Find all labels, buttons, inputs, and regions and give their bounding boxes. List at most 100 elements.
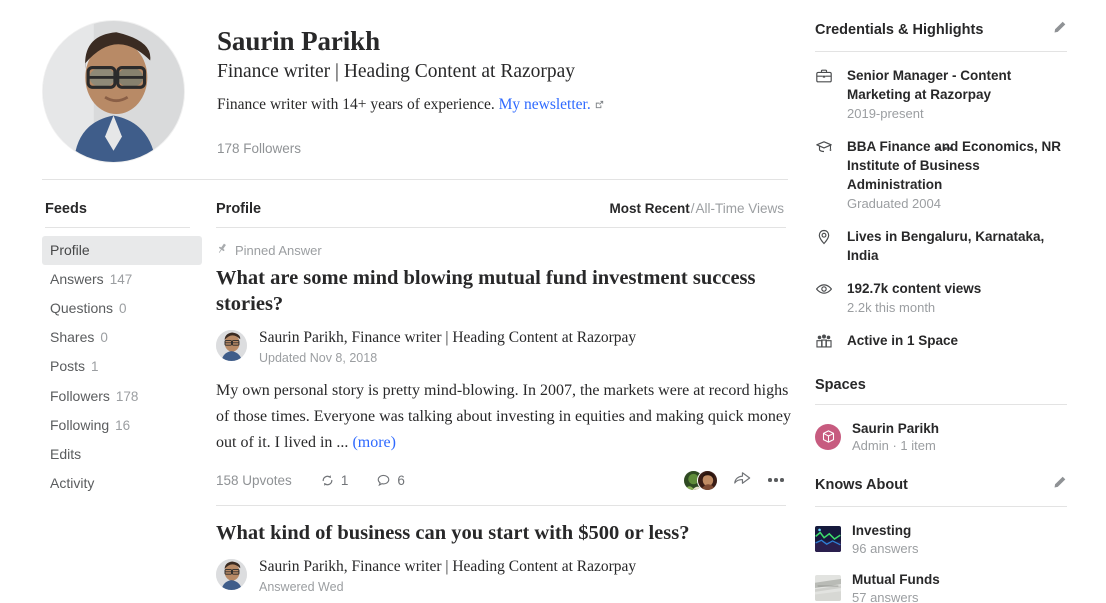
credential-sub: Graduated 2004: [847, 196, 941, 212]
author-avatar[interactable]: [216, 559, 247, 591]
question-title[interactable]: What kind of business can you start with…: [216, 520, 788, 546]
topic-item-mutual-funds[interactable]: Mutual Funds 57 answers: [815, 571, 1067, 603]
feed-content: Profile Most Recent/All-Time Views Pinne…: [202, 201, 792, 603]
topic-name: Mutual Funds: [852, 571, 940, 587]
avatar-container: [42, 20, 186, 163]
education-icon: [815, 137, 837, 213]
profile-header: Saurin Parikh Finance writer | Heading C…: [42, 0, 953, 163]
credential-main: Active in 1 Space: [847, 332, 959, 348]
spaces-section: Spaces Saurin Parikh Admin · 1 item: [815, 377, 1067, 454]
sort-all-time-views[interactable]: All-Time Views: [695, 201, 784, 216]
author-avatar-photo: [216, 330, 247, 362]
sidebar-item-edits[interactable]: Edits: [42, 440, 202, 469]
profile-avatar[interactable]: [42, 20, 185, 163]
topic-text: Mutual Funds 57 answers: [841, 571, 940, 603]
space-name: Saurin Parikh: [852, 420, 940, 436]
sidebar-item-followers[interactable]: Followers 178: [42, 382, 202, 411]
credential-text: 192.7k content views 2.2k this month: [837, 279, 981, 317]
edit-credentials-button[interactable]: [1052, 20, 1067, 40]
answer-date: Answered Wed: [259, 579, 344, 594]
upvote-count[interactable]: 158 Upvotes: [216, 473, 292, 488]
sidebar-item-count: 0: [100, 330, 108, 346]
newsletter-link[interactable]: My newsletter.: [499, 96, 591, 113]
author-avatar[interactable]: [216, 330, 247, 362]
answer-actions-right: [683, 469, 786, 492]
pinned-answer-badge: Pinned Answer: [216, 242, 792, 258]
credential-item-views: 192.7k content views 2.2k this month: [815, 279, 1067, 317]
edit-knows-about-button[interactable]: [1052, 475, 1067, 495]
sidebar-item-posts[interactable]: Posts 1: [42, 352, 202, 381]
pencil-icon: [1054, 477, 1066, 488]
right-sidebar: Credentials & Highlights Senior Manager …: [815, 20, 1067, 603]
sidebar-item-label: Questions: [50, 299, 114, 316]
eye-icon: [815, 279, 837, 317]
profile-body: Feeds Profile Answers 147 Questions 0 Sh…: [42, 201, 792, 603]
more-link[interactable]: (more): [352, 434, 396, 451]
pinned-answer-label: Pinned Answer: [235, 242, 322, 258]
sidebar-item-count: 16: [115, 417, 131, 433]
feed-sort-controls: Most Recent/All-Time Views: [609, 201, 784, 216]
topic-item-investing[interactable]: Investing 96 answers: [815, 522, 1067, 556]
followers-count[interactable]: 178 Followers: [217, 141, 301, 156]
credential-main: Lives in Bengaluru, Karnataka, India: [847, 228, 1045, 264]
credential-main: 192.7k content views: [847, 281, 982, 297]
answer-card: What kind of business can you start with…: [216, 520, 792, 603]
credential-item-spaces: Active in 1 Space: [815, 331, 1067, 355]
sidebar-item-label: Posts: [50, 358, 86, 375]
topic-answer-count: 57 answers: [852, 589, 919, 603]
comment-button[interactable]: 6: [376, 473, 405, 488]
repost-button[interactable]: 1: [320, 473, 348, 488]
topic-thumbnail: [815, 526, 841, 553]
repost-icon: [322, 474, 333, 486]
viewer-avatars[interactable]: [683, 469, 719, 491]
sidebar-item-count: 1: [91, 359, 99, 375]
sidebar-item-questions[interactable]: Questions 0: [42, 294, 202, 323]
share-button[interactable]: [732, 469, 752, 492]
topic-image: [815, 526, 841, 553]
answer-more-menu-button[interactable]: [766, 472, 786, 488]
credential-sub: 2019-present: [847, 106, 924, 122]
sidebar-item-answers[interactable]: Answers 147: [42, 265, 202, 294]
quora-profile-page: Saurin Parikh Finance writer | Heading C…: [0, 0, 1106, 603]
knows-about-header: Knows About: [815, 475, 1067, 495]
credential-text: Senior Manager - Content Marketing at Ra…: [837, 66, 1067, 123]
location-icon: [815, 227, 837, 265]
author-name[interactable]: Saurin Parikh, Finance writer | Heading …: [259, 329, 636, 348]
sidebar-item-count: 178: [115, 388, 139, 404]
sidebar-item-activity[interactable]: Activity: [42, 469, 202, 498]
answer-card: Pinned Answer What are some mind blowing…: [216, 242, 792, 506]
sidebar-item-shares[interactable]: Shares 0: [42, 323, 202, 352]
sort-separator: /: [690, 201, 695, 216]
answer-byline: Saurin Parikh, Finance writer | Heading …: [216, 558, 792, 594]
credential-item-education: BBA Finance and Economics, NR Institute …: [815, 137, 1067, 213]
sidebar-item-label: Answers: [50, 270, 104, 287]
feed-header: Profile Most Recent/All-Time Views: [216, 201, 792, 217]
comment-count: 6: [397, 472, 405, 488]
answer-date: Updated Nov 8, 2018: [259, 351, 378, 366]
space-avatar: [815, 423, 841, 450]
space-text: Saurin Parikh Admin · 1 item: [841, 420, 939, 454]
credential-item-location: Lives in Bengaluru, Karnataka, India: [815, 227, 1067, 265]
comment-icon: [378, 474, 390, 486]
credentials-title: Credentials & Highlights: [815, 22, 984, 38]
sort-most-recent[interactable]: Most Recent: [609, 201, 689, 216]
avatar-photo: [698, 470, 718, 490]
author-name[interactable]: Saurin Parikh, Finance writer | Heading …: [259, 558, 636, 577]
credentials-header: Credentials & Highlights: [815, 20, 1067, 40]
dot: [780, 478, 784, 483]
pencil-icon: [1054, 21, 1066, 33]
external-link-icon: [594, 96, 605, 116]
byline-text: Saurin Parikh, Finance writer | Heading …: [247, 329, 636, 365]
credentials-section: Credentials & Highlights Senior Manager …: [815, 20, 1067, 355]
feed-divider: [216, 227, 786, 228]
sidebar-item-label: Shares: [50, 329, 95, 346]
credential-item-work: Senior Manager - Content Marketing at Ra…: [815, 66, 1067, 123]
space-item[interactable]: Saurin Parikh Admin · 1 item: [815, 420, 1067, 454]
briefcase-icon: [815, 66, 837, 123]
sidebar-item-profile[interactable]: Profile: [42, 236, 202, 265]
sidebar-item-label: Edits: [50, 445, 82, 462]
sidebar-item-following[interactable]: Following 16: [42, 411, 202, 440]
topic-name: Investing: [852, 523, 912, 539]
question-title[interactable]: What are some mind blowing mutual fund i…: [216, 265, 788, 317]
avatar: [697, 469, 719, 491]
